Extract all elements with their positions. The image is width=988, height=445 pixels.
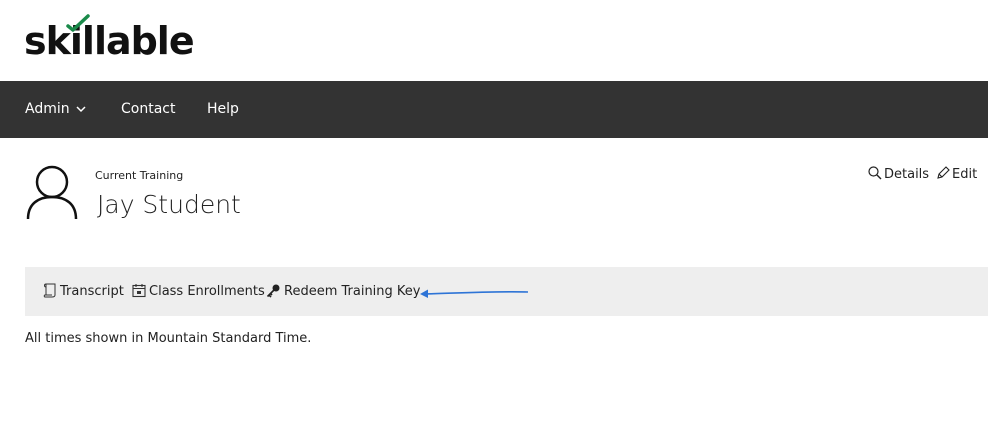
- class-enrollments-label: Class Enrollments: [149, 284, 265, 299]
- key-icon: [266, 284, 280, 298]
- magnifier-icon: [868, 166, 882, 180]
- nav-item-help[interactable]: Help: [207, 81, 239, 138]
- chevron-down-icon: [76, 105, 86, 112]
- transcript-link[interactable]: Transcript: [43, 267, 124, 316]
- nav-item-label: Admin: [25, 101, 70, 117]
- timezone-note: All times shown in Mountain Standard Tim…: [25, 331, 312, 346]
- calendar-icon: [132, 284, 146, 298]
- scroll-icon: [43, 283, 56, 298]
- logo-check-icon: [66, 14, 90, 32]
- nav-item-label: Contact: [121, 101, 176, 117]
- nav-item-label: Help: [207, 101, 239, 117]
- class-enrollments-link[interactable]: Class Enrollments: [132, 267, 265, 316]
- top-nav: Admin Contact Help: [0, 81, 988, 138]
- pencil-icon: [937, 166, 950, 179]
- nav-item-contact[interactable]: Contact: [121, 81, 175, 138]
- user-avatar-icon: [26, 165, 78, 220]
- nav-item-admin[interactable]: Admin: [25, 81, 86, 138]
- details-link[interactable]: Details: [868, 166, 929, 182]
- annotation-arrow: [420, 289, 529, 298]
- redeem-training-key-label: Redeem Training Key: [284, 284, 421, 299]
- logo-text: skillable: [24, 19, 195, 63]
- edit-link[interactable]: Edit: [936, 166, 977, 182]
- redeem-training-key-link[interactable]: Redeem Training Key: [266, 267, 421, 316]
- details-label: Details: [884, 167, 930, 182]
- transcript-label: Transcript: [60, 284, 124, 299]
- edit-label: Edit: [952, 167, 978, 182]
- context-label: Current Training: [95, 169, 184, 182]
- page-title: Jay Student: [97, 190, 241, 219]
- logo[interactable]: skillable: [0, 0, 258, 80]
